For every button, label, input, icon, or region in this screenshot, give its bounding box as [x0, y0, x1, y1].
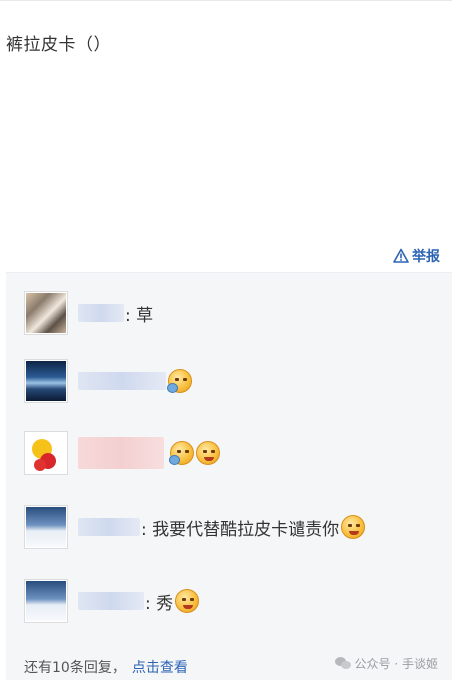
reply-item [24, 359, 192, 403]
top-divider [0, 0, 452, 1]
avatar[interactable] [24, 359, 68, 403]
reply-list: : 草 : 我要代替酷拉皮卡谴责你 : 秀 还有10条回复， 点击查看 公众号 … [6, 272, 452, 680]
avatar[interactable] [24, 291, 68, 335]
username-redacted[interactable] [78, 592, 144, 610]
reply-text: : 草 [125, 305, 154, 326]
username-redacted[interactable] [78, 372, 166, 390]
emoji-face-icon [341, 515, 366, 539]
avatar[interactable] [24, 431, 68, 475]
username-redacted[interactable] [78, 437, 164, 469]
reply-item: : 草 [24, 291, 153, 335]
emoji-face-icon [167, 369, 192, 393]
more-replies: 还有10条回复， 点击查看 [24, 657, 188, 677]
reply-text: : 我要代替酷拉皮卡谴责你 [141, 519, 340, 540]
watermark: 公众号 · 手谈姬 [334, 655, 438, 672]
post-content: 裤拉皮卡（） [6, 35, 111, 55]
emoji-face-icon [175, 589, 200, 613]
emoji-face-icon [196, 441, 220, 465]
emoji-face-icon [169, 441, 194, 465]
reply-item: : 秀 [24, 579, 200, 623]
view-more-link[interactable]: 点击查看 [132, 657, 188, 677]
warning-triangle-icon [393, 248, 409, 263]
username-redacted[interactable] [78, 518, 140, 536]
watermark-text: 公众号 · 手谈姬 [354, 657, 438, 671]
reply-item: : 我要代替酷拉皮卡谴责你 [24, 505, 366, 549]
reply-item [24, 431, 220, 475]
reply-text: : 秀 [145, 593, 174, 614]
more-replies-text: 还有10条回复， [24, 660, 126, 676]
report-label: 举报 [412, 249, 440, 265]
report-button[interactable]: 举报 [393, 246, 440, 266]
wechat-icon [334, 657, 351, 670]
username-redacted[interactable] [78, 304, 124, 322]
avatar[interactable] [24, 505, 68, 549]
avatar[interactable] [24, 579, 68, 623]
